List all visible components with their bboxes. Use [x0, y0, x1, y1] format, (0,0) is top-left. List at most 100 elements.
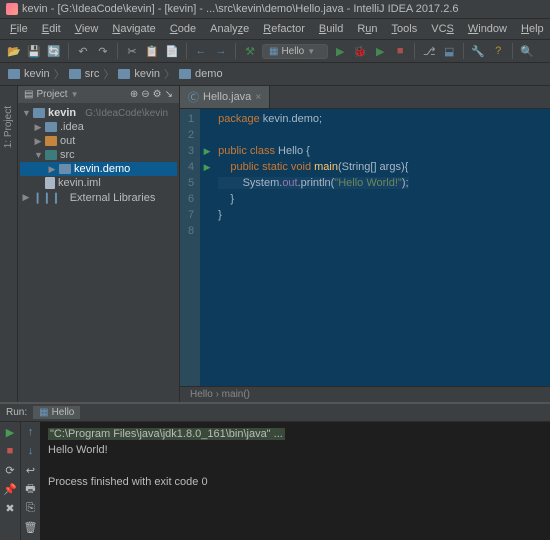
- run-gutter-left: ▶ ■ ⟳ 📌 ✖: [0, 422, 20, 540]
- cut-icon[interactable]: ✂: [124, 43, 140, 59]
- menu-edit[interactable]: Edit: [36, 21, 67, 37]
- run-gutter-icon[interactable]: ▶: [200, 143, 214, 159]
- tree-item-out[interactable]: ▶out: [20, 134, 177, 148]
- code-content[interactable]: package kevin.demo; public class Hello {…: [214, 109, 550, 386]
- debug-icon[interactable]: 🐞: [352, 43, 368, 59]
- paste-icon[interactable]: 📄: [164, 43, 180, 59]
- folder-icon: [8, 69, 20, 79]
- build-icon[interactable]: ⚒: [242, 43, 258, 59]
- editor-tab[interactable]: Ⓒ Hello.java ×: [180, 86, 270, 108]
- collapse-icon[interactable]: ⊖: [141, 89, 149, 100]
- project-tool-button[interactable]: 1: Project: [3, 106, 14, 148]
- console-line: Hello World!: [48, 442, 542, 458]
- run-panel-tabs: Run: ▦Hello: [0, 404, 550, 422]
- menu-refactor[interactable]: Refactor: [257, 21, 311, 37]
- console-output[interactable]: "C:\Program Files\java\jdk1.8.0_161\bin\…: [40, 422, 550, 540]
- gear-icon[interactable]: ⚙: [153, 89, 162, 100]
- open-icon[interactable]: 📂: [6, 43, 22, 59]
- editor-body[interactable]: 12345678 ▶ ▶ package kevin.demo; public …: [180, 109, 550, 386]
- menu-navigate[interactable]: Navigate: [106, 21, 161, 37]
- run-panel-label: Run:: [6, 407, 27, 418]
- menu-code[interactable]: Code: [164, 21, 202, 37]
- up-icon[interactable]: ↑: [24, 425, 38, 439]
- menu-file[interactable]: File: [4, 21, 34, 37]
- run-panel: Run: ▦Hello ▶ ■ ⟳ 📌 ✖ ↑ ↓ ↩ 🖶 ⎘ 🗑 "C:\Pr…: [0, 402, 550, 540]
- java-class-icon: Ⓒ: [188, 89, 199, 105]
- breadcrumb-item[interactable]: demo: [195, 68, 223, 80]
- app-icon: [6, 3, 18, 15]
- file-icon: [45, 177, 55, 189]
- structure-icon[interactable]: ⬓: [441, 43, 457, 59]
- editor-area: Ⓒ Hello.java × 12345678 ▶ ▶ package kevi…: [180, 86, 550, 402]
- wrap-icon[interactable]: ↩: [24, 463, 38, 477]
- down-icon[interactable]: ↓: [24, 444, 38, 458]
- menu-tools[interactable]: Tools: [386, 21, 424, 37]
- tree-item-iml[interactable]: kevin.iml: [20, 176, 177, 190]
- menubar: File Edit View Navigate Code Analyze Ref…: [0, 19, 550, 40]
- search-icon[interactable]: 🔍: [519, 43, 535, 59]
- copy-icon[interactable]: 📋: [144, 43, 160, 59]
- menu-window[interactable]: Window: [462, 21, 513, 37]
- scroll-icon[interactable]: ⎘: [24, 501, 38, 515]
- tree-item-idea[interactable]: ▶.idea: [20, 120, 177, 134]
- clear-icon[interactable]: 🗑: [24, 520, 38, 534]
- menu-vcs[interactable]: VCS: [425, 21, 460, 37]
- close-icon[interactable]: ✖: [3, 501, 17, 515]
- scroll-from-source-icon[interactable]: ⊕: [130, 89, 138, 100]
- breadcrumb-item[interactable]: kevin: [24, 68, 50, 80]
- tree-item-package[interactable]: ▶kevin.demo: [20, 162, 177, 176]
- stop-icon[interactable]: ■: [392, 43, 408, 59]
- menu-help[interactable]: Help: [515, 21, 550, 37]
- package-icon: [59, 164, 71, 174]
- rerun-icon[interactable]: ▶: [3, 425, 17, 439]
- tree-item-external[interactable]: ▶❙❙❙ External Libraries: [20, 190, 177, 205]
- window-title-text: kevin - [G:\IdeaCode\kevin] - [kevin] - …: [22, 3, 459, 15]
- project-tree: ▼kevin G:\IdeaCode\kevin ▶.idea ▶out ▼sr…: [18, 103, 179, 208]
- tree-item-src[interactable]: ▼src: [20, 148, 177, 162]
- menu-run[interactable]: Run: [351, 21, 383, 37]
- vcs-icon[interactable]: ⎇: [421, 43, 437, 59]
- print-icon[interactable]: 🖶: [24, 482, 38, 496]
- run-config-icon: ▦: [39, 407, 48, 418]
- menu-analyze[interactable]: Analyze: [204, 21, 255, 37]
- run-config-select[interactable]: ▦ Hello ▼: [262, 44, 328, 59]
- line-numbers: 12345678: [180, 109, 200, 386]
- close-icon[interactable]: ×: [255, 92, 261, 103]
- undo-icon[interactable]: ↶: [75, 43, 91, 59]
- back-icon[interactable]: ←: [193, 43, 209, 59]
- settings-icon[interactable]: 🔧: [470, 43, 486, 59]
- editor-gutter: ▶ ▶: [200, 109, 214, 386]
- run-gutter-right: ↑ ↓ ↩ 🖶 ⎘ 🗑: [20, 422, 40, 540]
- project-pane-title: Project: [36, 89, 67, 100]
- main-toolbar: 📂 💾 🔄 ↶ ↷ ✂ 📋 📄 ← → ⚒ ▦ Hello ▼ ▶ 🐞 ▶ ■ …: [0, 40, 550, 63]
- restore-layout-icon[interactable]: ⟳: [3, 463, 17, 477]
- console-command: "C:\Program Files\java\jdk1.8.0_161\bin\…: [48, 428, 285, 440]
- folder-icon: [69, 69, 81, 79]
- save-icon[interactable]: 💾: [26, 43, 42, 59]
- breadcrumb-item[interactable]: src: [85, 68, 100, 80]
- refresh-icon[interactable]: 🔄: [46, 43, 62, 59]
- help-icon[interactable]: ?: [490, 43, 506, 59]
- folder-icon: [45, 136, 57, 146]
- folder-icon: [33, 108, 45, 118]
- editor-status-breadcrumb: Hello › main(): [180, 386, 550, 402]
- run-gutter-icon[interactable]: ▶: [200, 159, 214, 175]
- menu-view[interactable]: View: [69, 21, 105, 37]
- run-panel-tab[interactable]: ▦Hello: [33, 406, 80, 419]
- tree-root[interactable]: ▼kevin G:\IdeaCode\kevin: [20, 106, 177, 120]
- project-pane: ▤ Project ▼ ⊕ ⊖ ⚙ ↘ ▼kevin G:\IdeaCode\k…: [18, 86, 180, 402]
- run-icon[interactable]: ▶: [332, 43, 348, 59]
- stop-icon[interactable]: ■: [3, 444, 17, 458]
- pin-icon[interactable]: 📌: [3, 482, 17, 496]
- coverage-icon[interactable]: ▶: [372, 43, 388, 59]
- menu-build[interactable]: Build: [313, 21, 349, 37]
- window-titlebar: kevin - [G:\IdeaCode\kevin] - [kevin] - …: [0, 0, 550, 19]
- forward-icon[interactable]: →: [213, 43, 229, 59]
- folder-icon: [45, 122, 57, 132]
- folder-icon: [118, 69, 130, 79]
- project-view-icon: ▤: [24, 89, 33, 100]
- hide-icon[interactable]: ↘: [165, 89, 173, 100]
- run-config-label: Hello: [281, 46, 304, 57]
- breadcrumb-item[interactable]: kevin: [134, 68, 160, 80]
- redo-icon[interactable]: ↷: [95, 43, 111, 59]
